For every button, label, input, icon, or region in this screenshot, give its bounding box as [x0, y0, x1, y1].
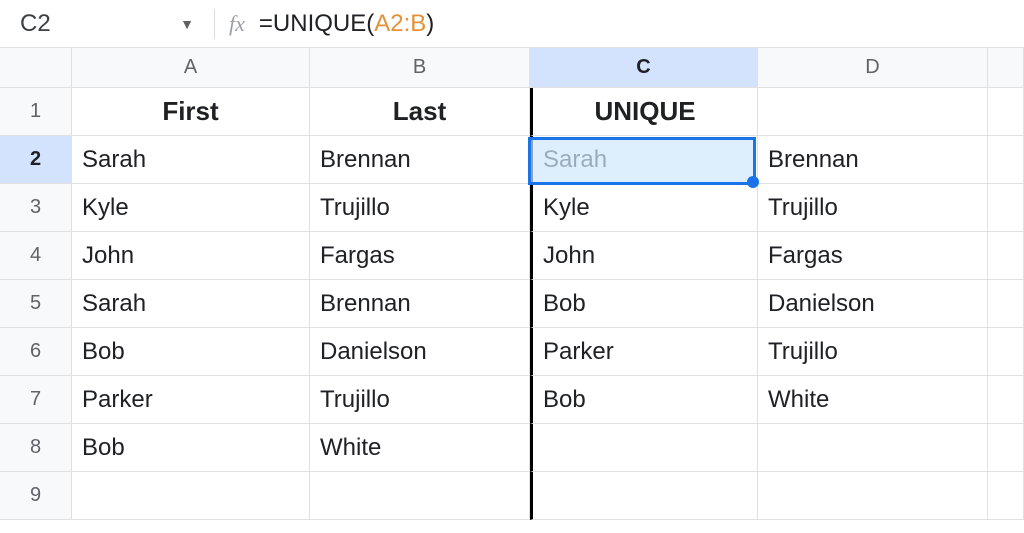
cell[interactable]: Trujillo	[310, 184, 530, 232]
cell[interactable]: Kyle	[72, 184, 310, 232]
row-header[interactable]: 4	[0, 232, 72, 280]
chevron-down-icon[interactable]: ▼	[180, 16, 194, 32]
cell[interactable]	[988, 424, 1024, 472]
select-all-corner[interactable]	[0, 48, 72, 88]
cell[interactable]: First	[72, 88, 310, 136]
row-header[interactable]: 9	[0, 472, 72, 520]
cell[interactable]	[988, 376, 1024, 424]
cell[interactable]	[988, 280, 1024, 328]
cell[interactable]: John	[72, 232, 310, 280]
cell[interactable]	[530, 424, 758, 472]
col-header-D[interactable]: D	[758, 48, 988, 88]
table-row: 6BobDanielsonParkerTrujillo	[0, 328, 1024, 376]
cell[interactable]: Danielson	[310, 328, 530, 376]
col-header-B[interactable]: B	[310, 48, 530, 88]
cell[interactable]: Bob	[72, 424, 310, 472]
cell[interactable]: Parker	[72, 376, 310, 424]
row-header[interactable]: 7	[0, 376, 72, 424]
cell[interactable]: Sarah	[72, 136, 310, 184]
cell[interactable]	[988, 184, 1024, 232]
cell[interactable]: White	[310, 424, 530, 472]
cell[interactable]	[72, 472, 310, 520]
cell[interactable]: Trujillo	[310, 376, 530, 424]
cell[interactable]	[988, 88, 1024, 136]
cell[interactable]	[758, 472, 988, 520]
col-header-A[interactable]: A	[72, 48, 310, 88]
row-header[interactable]: 5	[0, 280, 72, 328]
table-row: 7ParkerTrujilloBobWhite	[0, 376, 1024, 424]
cell[interactable]: Sarah	[530, 136, 758, 184]
cell[interactable]: Bob	[72, 328, 310, 376]
cell[interactable]	[310, 472, 530, 520]
rows: 1FirstLastUNIQUE2SarahBrennanSarahBrenna…	[0, 88, 1024, 520]
row-header[interactable]: 6	[0, 328, 72, 376]
cell[interactable]	[988, 136, 1024, 184]
cell[interactable]: Parker	[530, 328, 758, 376]
col-header-C[interactable]: C	[530, 48, 758, 88]
cell[interactable]: Fargas	[758, 232, 988, 280]
row-header[interactable]: 2	[0, 136, 72, 184]
table-row: 9	[0, 472, 1024, 520]
table-row: 3KyleTrujilloKyleTrujillo	[0, 184, 1024, 232]
spreadsheet-grid[interactable]: A B C D 1FirstLastUNIQUE2SarahBrennanSar…	[0, 48, 1024, 520]
row-header[interactable]: 3	[0, 184, 72, 232]
formula-range: A2:B	[374, 10, 426, 37]
cell[interactable]: Brennan	[758, 136, 988, 184]
cell[interactable]: Last	[310, 88, 530, 136]
active-cell-ref: C2	[20, 10, 51, 38]
name-box[interactable]: C2 ▼	[10, 0, 200, 48]
cell[interactable]	[530, 472, 758, 520]
cell[interactable]	[988, 472, 1024, 520]
cell[interactable]: Brennan	[310, 280, 530, 328]
row-header[interactable]: 1	[0, 88, 72, 136]
cell[interactable]	[988, 232, 1024, 280]
cell[interactable]: Fargas	[310, 232, 530, 280]
table-row: 4JohnFargasJohnFargas	[0, 232, 1024, 280]
cell[interactable]: Sarah	[72, 280, 310, 328]
table-row: 5SarahBrennanBobDanielson	[0, 280, 1024, 328]
cell[interactable]: Trujillo	[758, 328, 988, 376]
cell[interactable]: White	[758, 376, 988, 424]
col-header-E[interactable]	[988, 48, 1024, 88]
column-headers: A B C D	[0, 48, 1024, 88]
formula-input[interactable]: =UNIQUE(A2:B)	[259, 10, 434, 38]
divider	[214, 9, 215, 39]
cell[interactable]	[758, 88, 988, 136]
cell[interactable]: Brennan	[310, 136, 530, 184]
cell[interactable]: UNIQUE	[530, 88, 758, 136]
cell[interactable]: Bob	[530, 280, 758, 328]
cell[interactable]	[988, 328, 1024, 376]
table-row: 2SarahBrennanSarahBrennan	[0, 136, 1024, 184]
formula-prefix: =UNIQUE(	[259, 10, 374, 37]
row-header[interactable]: 8	[0, 424, 72, 472]
table-row: 1FirstLastUNIQUE	[0, 88, 1024, 136]
cell[interactable]: Trujillo	[758, 184, 988, 232]
cell[interactable]: Kyle	[530, 184, 758, 232]
cell[interactable]: Bob	[530, 376, 758, 424]
cell[interactable]: John	[530, 232, 758, 280]
cell[interactable]: Danielson	[758, 280, 988, 328]
fx-icon[interactable]: fx	[229, 11, 245, 37]
formula-bar: C2 ▼ fx =UNIQUE(A2:B)	[0, 0, 1024, 48]
table-row: 8BobWhite	[0, 424, 1024, 472]
formula-suffix: )	[426, 10, 434, 37]
cell[interactable]	[758, 424, 988, 472]
